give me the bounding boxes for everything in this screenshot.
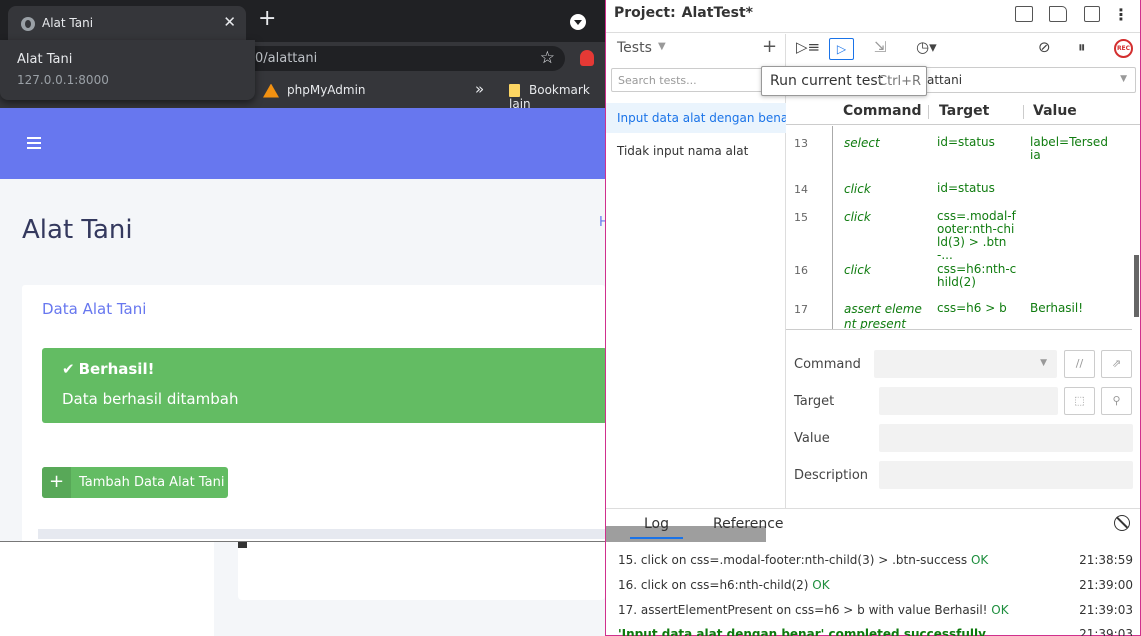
bookmark-phpmyadmin[interactable]: phpMyAdmin bbox=[263, 83, 366, 98]
find-target-icon[interactable]: ⚲ bbox=[1101, 387, 1132, 415]
column-command: Command bbox=[843, 103, 922, 119]
log-entry: 16. click on css=h6:nth-child(2) OK 21:3… bbox=[618, 578, 1133, 592]
ide-header: Project: AlatTest* ⋮ bbox=[606, 0, 1140, 33]
open-reference-icon[interactable]: ⇗ bbox=[1101, 350, 1132, 378]
success-alert: ✔ Berhasil! Data berhasil ditambah bbox=[42, 348, 605, 423]
extension-icon[interactable] bbox=[580, 50, 594, 66]
run-current-test-button[interactable]: ▷ bbox=[829, 38, 854, 60]
new-project-icon[interactable] bbox=[1015, 6, 1033, 22]
comment-toggle-button[interactable]: // bbox=[1064, 350, 1095, 378]
bookmarks-more-icon[interactable]: » bbox=[475, 80, 484, 98]
chevron-down-icon: ▼ bbox=[1040, 358, 1047, 368]
vertical-scrollbar[interactable] bbox=[1134, 255, 1139, 317]
alert-heading: Berhasil! bbox=[78, 360, 155, 378]
description-label: Description bbox=[794, 468, 869, 483]
command-table: 13 select id=status label=Tersedia 14 cl… bbox=[786, 126, 1132, 330]
hover-card-url: 127.0.0.1:8000 bbox=[17, 73, 109, 87]
speed-icon[interactable]: ◷▾ bbox=[916, 38, 937, 56]
add-data-button[interactable]: + Tambah Data Alat Tani bbox=[42, 467, 228, 498]
web-page: Alat Tani H Data Alat Tani ✔ Berhasil! Da… bbox=[0, 108, 605, 541]
top-navbar bbox=[0, 108, 605, 179]
address-bar[interactable]: 0/alattani ☆ bbox=[235, 46, 565, 71]
base-url-value: attani bbox=[927, 73, 963, 87]
background-window bbox=[0, 541, 605, 636]
command-table-header: Command Target Value bbox=[786, 100, 1140, 125]
record-button[interactable]: REC bbox=[1114, 39, 1133, 58]
value-field[interactable] bbox=[879, 424, 1133, 452]
plus-icon: + bbox=[42, 467, 71, 498]
add-data-label: Tambah Data Alat Tani bbox=[79, 475, 225, 490]
tests-panel: Tests ▼ + Search tests... Input data ala… bbox=[606, 34, 786, 542]
tests-dropdown[interactable]: Tests bbox=[617, 40, 652, 56]
log-entry-success: 'Input data alat dengan benar' completed… bbox=[618, 627, 1133, 636]
disable-breakpoints-icon[interactable]: ⊘ bbox=[1038, 38, 1051, 56]
step-over-icon[interactable]: ⇲ bbox=[874, 38, 887, 56]
page-title: Alat Tani bbox=[22, 215, 133, 245]
open-project-icon[interactable] bbox=[1049, 6, 1067, 22]
pause-icon[interactable]: ⏸ bbox=[1078, 38, 1086, 56]
log-entry: 17. assertElementPresent on css=h6 > b w… bbox=[618, 603, 1133, 617]
project-title: Project: AlatTest* bbox=[614, 5, 753, 21]
tab-reference[interactable]: Reference bbox=[713, 516, 784, 532]
value-label: Value bbox=[794, 431, 830, 446]
browser-tabstrip: Alat Tani ✕ + bbox=[0, 0, 605, 42]
menu-toggle-icon[interactable] bbox=[27, 137, 41, 152]
data-card: Data Alat Tani ✔ Berhasil! Data berhasil … bbox=[22, 285, 605, 541]
background-card bbox=[238, 542, 605, 600]
ide-toolbar: ▷≡ ▷ ⇲ ◷▾ ⊘ ⏸ REC bbox=[786, 34, 1140, 62]
bookmark-folder-other[interactable]: Bookmark lain bbox=[509, 83, 605, 111]
table-header-strip bbox=[38, 529, 605, 539]
tests-header: Tests ▼ + bbox=[606, 34, 786, 62]
selenium-ide-window: Project: AlatTest* ⋮ Tests ▼ + Search tes… bbox=[605, 0, 1141, 636]
log-panel: Log Reference 15. click on css=.modal-fo… bbox=[606, 508, 1140, 636]
add-test-icon[interactable]: + bbox=[762, 36, 777, 57]
select-target-icon[interactable]: ⬚ bbox=[1064, 387, 1095, 415]
bookmark-star-icon[interactable]: ☆ bbox=[540, 48, 555, 68]
tab-close-icon[interactable]: ✕ bbox=[223, 13, 236, 31]
folder-icon bbox=[509, 84, 520, 97]
log-tabs: Log Reference bbox=[606, 509, 1140, 539]
column-target: Target bbox=[939, 103, 990, 119]
check-icon: ✔ bbox=[62, 360, 75, 378]
run-all-tests-icon[interactable]: ▷≡ bbox=[796, 38, 820, 56]
tab-log[interactable]: Log bbox=[629, 516, 684, 539]
tooltip: Run current test Ctrl+R bbox=[761, 66, 927, 96]
description-field[interactable] bbox=[879, 461, 1133, 489]
target-field[interactable] bbox=[879, 387, 1058, 415]
screen: Alat Tani ✕ + 0/alattani ☆ phpMyAdmin » … bbox=[0, 0, 1141, 636]
new-tab-button[interactable]: + bbox=[258, 8, 276, 30]
command-field[interactable]: ▼ bbox=[874, 350, 1057, 378]
tab-search-icon[interactable] bbox=[570, 14, 586, 30]
command-label: Command bbox=[794, 357, 861, 372]
chevron-down-icon[interactable]: ▼ bbox=[658, 41, 666, 52]
test-item[interactable]: Input data alat dengan benar* bbox=[606, 103, 786, 133]
log-entry: 15. click on css=.modal-footer:nth-child… bbox=[618, 553, 1133, 567]
search-tests-input[interactable]: Search tests... bbox=[611, 68, 781, 92]
card-title: Data Alat Tani bbox=[42, 300, 147, 318]
column-value: Value bbox=[1033, 103, 1077, 119]
test-item[interactable]: Tidak input nama alat bbox=[606, 136, 786, 166]
address-url: 0/alattani bbox=[255, 51, 318, 66]
browser-tab[interactable]: Alat Tani ✕ bbox=[8, 6, 246, 42]
tab-title: Alat Tani bbox=[42, 16, 94, 30]
target-label: Target bbox=[794, 394, 835, 409]
clear-log-icon[interactable] bbox=[1114, 515, 1130, 531]
chevron-down-icon: ▼ bbox=[1120, 74, 1127, 84]
tab-hover-card: Alat Tani 127.0.0.1:8000 bbox=[0, 40, 255, 100]
more-options-icon[interactable]: ⋮ bbox=[1113, 5, 1129, 24]
hover-card-title: Alat Tani bbox=[17, 52, 73, 67]
globe-icon bbox=[21, 17, 35, 31]
save-project-icon[interactable] bbox=[1084, 6, 1100, 22]
phpmyadmin-icon bbox=[263, 83, 279, 98]
project-name[interactable]: AlatTest* bbox=[682, 5, 753, 21]
alert-message: Data berhasil ditambah bbox=[62, 390, 239, 408]
